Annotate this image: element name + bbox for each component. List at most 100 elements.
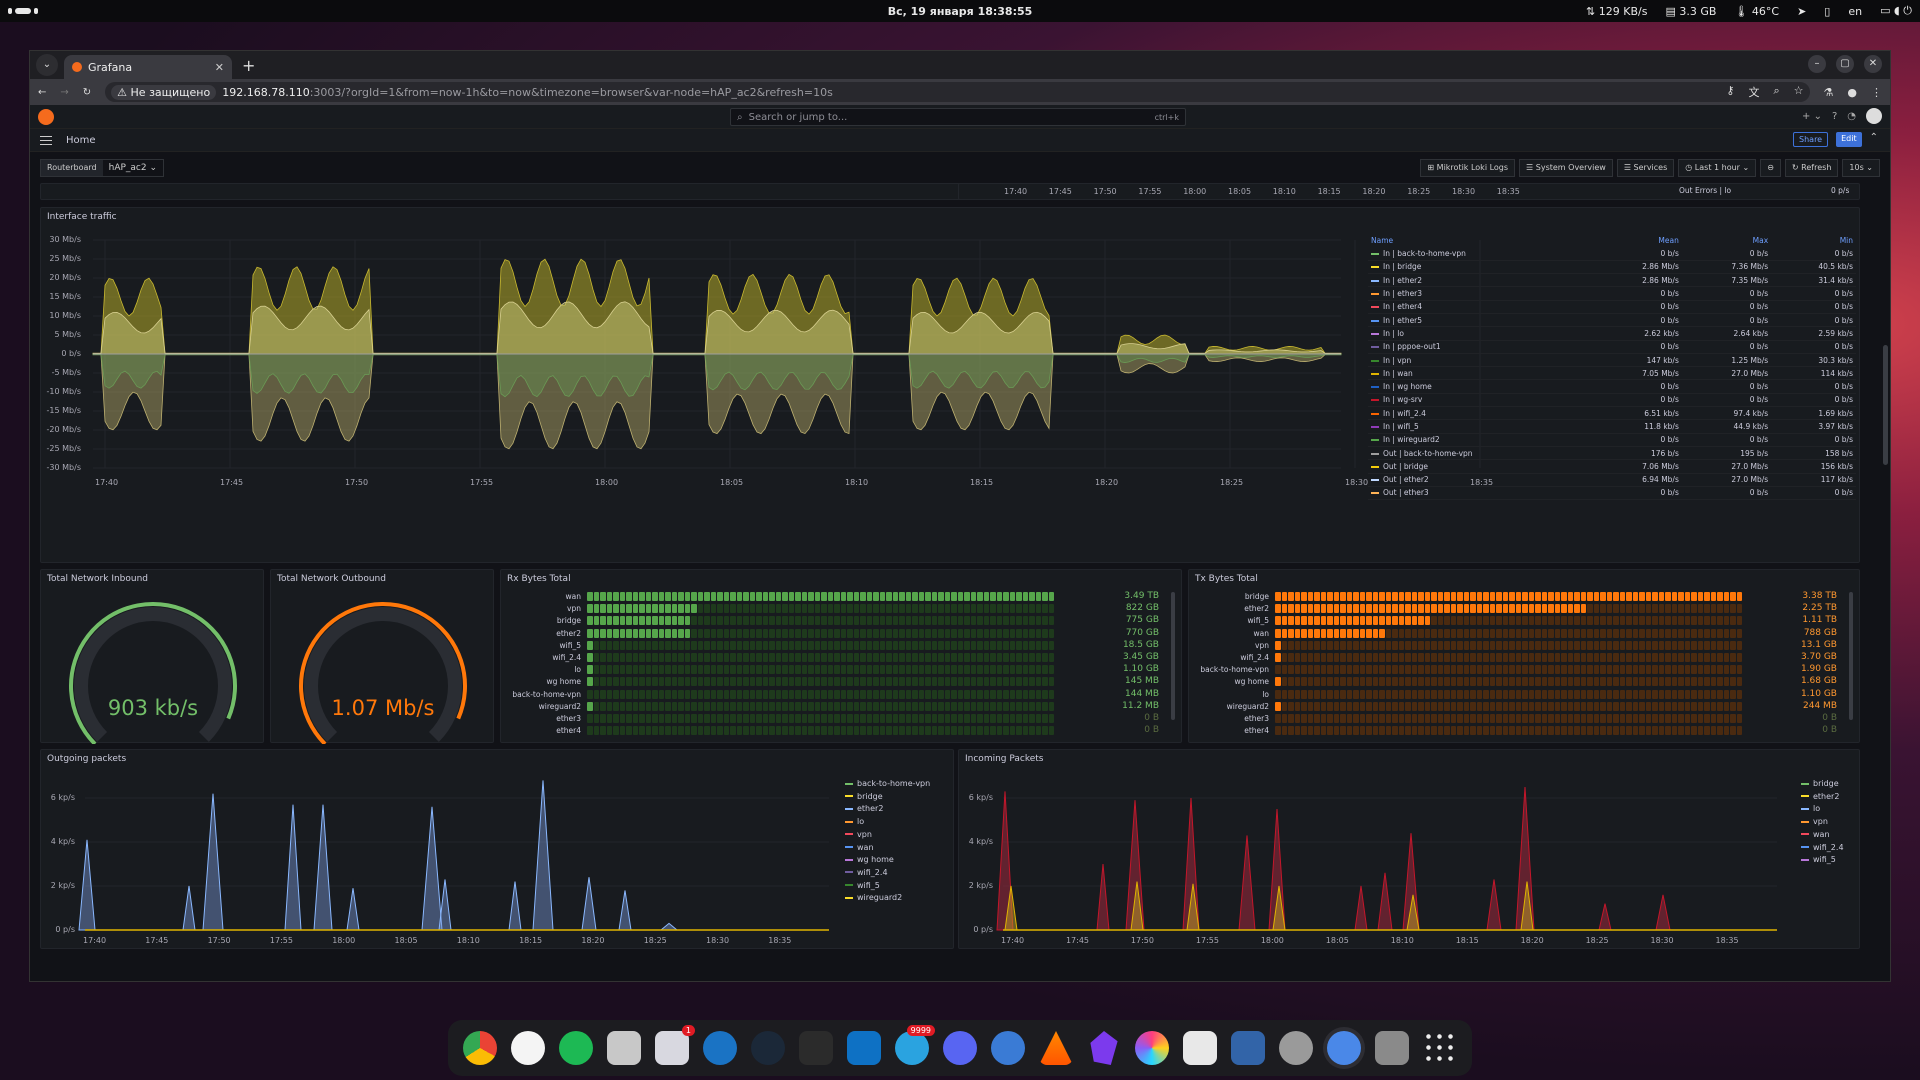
traffic-chart[interactable] xyxy=(41,208,1591,564)
avatar[interactable] xyxy=(1866,108,1882,124)
legend-row[interactable]: In | ether5 0 b/s 0 b/s 0 b/s xyxy=(1368,313,1856,328)
terminal-icon[interactable] xyxy=(799,1031,833,1065)
legend-row[interactable]: In | wg home 0 b/s 0 b/s 0 b/s xyxy=(1368,379,1856,394)
tx-bytes-panel[interactable]: Tx Bytes Total bridge 3.38 TB ether2 2.25 T… xyxy=(1188,569,1860,743)
news-icon[interactable]: ◔ xyxy=(1847,111,1856,122)
keyboard-layout[interactable]: en xyxy=(1848,5,1862,18)
obsidian-icon[interactable] xyxy=(1090,1031,1118,1065)
legend-row[interactable]: In | bridge 2.86 Mb/s 7.36 Mb/s 40.5 kb/s xyxy=(1368,260,1856,275)
legend-row[interactable]: In | wireguard2 0 b/s 0 b/s 0 b/s xyxy=(1368,433,1856,447)
chromium-icon[interactable] xyxy=(1327,1031,1361,1065)
variable-select[interactable]: hAP_ac2 ⌄ xyxy=(103,160,163,176)
grafana-logo-icon[interactable] xyxy=(38,109,54,125)
legend-header-mean[interactable]: Mean xyxy=(1593,234,1682,247)
vlc-icon[interactable] xyxy=(1039,1031,1073,1065)
legend-row[interactable]: In | pppoe-out1 0 b/s 0 b/s 0 b/s xyxy=(1368,340,1856,354)
add-icon[interactable]: + ⌄ xyxy=(1802,111,1822,122)
total-inbound-panel[interactable]: Total Network Inbound 903 kb/s xyxy=(40,569,264,744)
tab-grafana[interactable]: Grafana ✕ xyxy=(64,55,232,79)
time-range-picker[interactable]: ◷ Last 1 hour ⌄ xyxy=(1678,159,1757,177)
legend-row[interactable]: In | wg-srv 0 b/s 0 b/s 0 b/s xyxy=(1368,393,1856,408)
password-key-icon[interactable]: ⚷ xyxy=(1726,84,1734,100)
legend-header-max[interactable]: Max xyxy=(1682,234,1771,247)
calculator-icon[interactable] xyxy=(1183,1031,1217,1065)
reload-icon[interactable]: ↻ xyxy=(83,87,91,98)
legend-row[interactable]: In | vpn 147 kb/s 1.25 Mb/s 30.3 kb/s xyxy=(1368,353,1856,368)
maximize-icon[interactable]: ▢ xyxy=(1836,55,1854,73)
settings-gear-icon[interactable] xyxy=(1279,1031,1313,1065)
legend-row[interactable]: Out | ether2 6.94 Mb/s 27.0 Mb/s 117 kb/s xyxy=(1368,473,1856,487)
incoming-packets-panel[interactable]: Incoming Packets bridge ether2 lo vpn wan wif… xyxy=(958,749,1860,949)
legend-row[interactable]: Out | ether3 0 b/s 0 b/s 0 b/s xyxy=(1368,486,1856,501)
remote-desktop-icon[interactable] xyxy=(703,1031,737,1065)
legend-row[interactable]: In | wifi_2.4 6.51 kb/s 97.4 kb/s 1.69 kb/s xyxy=(1368,406,1856,421)
share-button[interactable]: Share xyxy=(1793,132,1829,147)
back-icon[interactable]: ← xyxy=(38,87,46,98)
total-outbound-panel[interactable]: Total Network Outbound 1.07 Mb/s xyxy=(270,569,494,744)
telegram-icon[interactable]: 9999 xyxy=(895,1025,935,1065)
interface-traffic-panel[interactable]: Interface traffic Name Mean Max Min In |… xyxy=(40,207,1860,563)
zoom-out-icon[interactable]: ⊖ xyxy=(1760,159,1781,177)
vscode-icon[interactable] xyxy=(847,1031,881,1065)
files-icon[interactable] xyxy=(607,1031,641,1065)
close-tab-icon[interactable]: ✕ xyxy=(215,61,224,74)
close-window-icon[interactable]: ✕ xyxy=(1864,55,1882,73)
collapse-icon[interactable]: ⌃ xyxy=(1870,132,1878,147)
legend-row[interactable]: In | lo 2.62 kb/s 2.64 kb/s 2.59 kb/s xyxy=(1368,326,1856,341)
legend-row[interactable]: In | ether2 2.86 Mb/s 7.35 Mb/s 31.4 kb/s xyxy=(1368,273,1856,288)
help-icon[interactable]: ? xyxy=(1832,111,1837,122)
app-grid-icon[interactable] xyxy=(1423,1031,1457,1065)
color-picker-icon[interactable] xyxy=(1135,1031,1169,1065)
menu-hamburger-icon[interactable] xyxy=(40,135,52,145)
minimize-icon[interactable]: – xyxy=(1808,55,1826,73)
link-services[interactable]: ☰ Services xyxy=(1616,159,1675,177)
new-tab-icon[interactable]: + xyxy=(242,56,255,75)
trash-icon[interactable] xyxy=(1375,1031,1409,1065)
winbox-icon[interactable] xyxy=(1231,1031,1265,1065)
menu-kebab-icon[interactable]: ⋮ xyxy=(1871,86,1882,99)
legend-row[interactable]: Out | bridge 7.06 Mb/s 27.0 Mb/s 156 kb/s xyxy=(1368,459,1856,474)
legend-row[interactable]: In | back-to-home-vpn 0 b/s 0 b/s 0 b/s xyxy=(1368,247,1856,261)
legend-row[interactable]: In | ether3 0 b/s 0 b/s 0 b/s xyxy=(1368,286,1856,301)
legend-header-name[interactable]: Name xyxy=(1368,234,1593,247)
legend-header-min[interactable]: Min xyxy=(1771,234,1856,247)
incoming-packets-chart[interactable] xyxy=(959,750,1789,950)
omnibox[interactable]: ⚠ Не защищено 192.168.78.110:3003/?orgId… xyxy=(105,82,1810,102)
zoom-icon[interactable]: ⌕ xyxy=(1773,84,1779,100)
refresh-interval[interactable]: 10s ⌄ xyxy=(1842,159,1880,177)
chrome-icon[interactable] xyxy=(463,1031,497,1065)
legend-row[interactable]: Out | back-to-home-vpn 176 b/s 195 b/s 158 … xyxy=(1368,446,1856,461)
profile-icon[interactable]: ● xyxy=(1847,86,1857,99)
rx-bytes-panel[interactable]: Rx Bytes Total wan 3.49 TB vpn 822 GB bridge… xyxy=(500,569,1182,743)
qbittorrent-icon[interactable] xyxy=(991,1031,1025,1065)
link-system-overview[interactable]: ☰ System Overview xyxy=(1519,159,1613,177)
edit-button[interactable]: Edit xyxy=(1836,132,1862,147)
search-input[interactable]: ⌕ Search or jump to... ctrl+k xyxy=(730,108,1186,126)
routerboard-variable[interactable]: Routerboard hAP_ac2 ⌄ xyxy=(40,159,165,177)
outgoing-packets-panel[interactable]: Outgoing packets back-to-home-vpn bridge e… xyxy=(40,749,954,949)
yandex-browser-icon[interactable] xyxy=(511,1031,545,1065)
software-store-icon[interactable]: 1 xyxy=(655,1025,695,1065)
legend-row[interactable]: In | wifi_5 11.8 kb/s 44.9 kb/s 3.97 kb/s xyxy=(1368,419,1856,434)
lab-icon[interactable]: ⚗ xyxy=(1824,86,1834,99)
page-scrollbar[interactable] xyxy=(1883,345,1888,465)
forward-icon[interactable]: → xyxy=(60,87,68,98)
legend-row[interactable]: In | ether4 0 b/s 0 b/s 0 b/s xyxy=(1368,300,1856,314)
discord-icon[interactable] xyxy=(943,1031,977,1065)
bookmark-star-icon[interactable]: ☆ xyxy=(1794,84,1804,100)
legend-row[interactable]: In | wan 7.05 Mb/s 27.0 Mb/s 114 kb/s xyxy=(1368,366,1856,381)
tab-search-icon[interactable]: ⌄ xyxy=(36,54,58,76)
spotify-icon[interactable] xyxy=(559,1031,593,1065)
translate-icon[interactable]: 文 xyxy=(1748,84,1759,100)
refresh-button[interactable]: ↻ Refresh xyxy=(1784,159,1839,177)
telegram-tray-icon[interactable]: ➤ xyxy=(1797,5,1806,18)
outgoing-packets-chart[interactable] xyxy=(41,750,841,950)
system-menu-icons[interactable]: ▭ ◖ ⏻ xyxy=(1880,4,1912,18)
url-text[interactable]: 192.168.78.110:3003/?orgId=1&from=now-1h… xyxy=(222,86,833,99)
insecure-warning[interactable]: ⚠ Не защищено xyxy=(111,84,217,100)
steam-icon[interactable] xyxy=(751,1031,785,1065)
breadcrumb-home[interactable]: Home xyxy=(66,135,96,146)
link-loki-logs[interactable]: ⊞ Mikrotik Loki Logs xyxy=(1420,159,1516,177)
system-tray[interactable]: ⇅ 129 KB/s ▤ 3.3 GB 🌡 46°C ➤ ▯ en ▭ ◖ ⏻ xyxy=(1586,4,1912,18)
clipboard-icon[interactable]: ▯ xyxy=(1824,5,1830,18)
